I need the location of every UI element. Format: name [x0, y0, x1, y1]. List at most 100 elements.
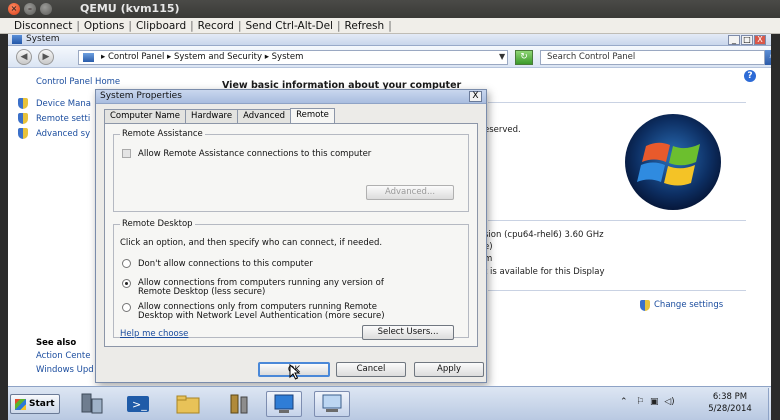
qemu-window-title: QEMU (kvm115) [80, 2, 180, 15]
taskbar-app-powershell[interactable]: >_ [120, 391, 156, 417]
change-settings-link[interactable]: Change settings [654, 300, 723, 310]
cancel-button[interactable]: Cancel [336, 362, 406, 377]
windows-update-link[interactable]: Windows Upd [36, 365, 94, 375]
advanced-system-settings-link[interactable]: Advanced sy [36, 129, 90, 139]
clock[interactable]: 6:38 PM 5/28/2014 [700, 391, 760, 415]
computer-icon [322, 394, 342, 412]
clock-date: 5/28/2014 [708, 404, 752, 414]
address-bar: ◀ ▶ ▸ Control Panel ▸ System and Securit… [8, 46, 780, 68]
remote-assistance-label: Remote Assistance [120, 129, 205, 139]
action-center-link[interactable]: Action Cente [36, 351, 90, 361]
tools-icon [230, 394, 248, 414]
maximize-button[interactable]: □ [741, 35, 753, 45]
tab-bar: Computer Name Hardware Advanced Remote [104, 108, 335, 123]
maximize-icon[interactable] [40, 3, 52, 15]
see-also-heading: See also [36, 338, 77, 348]
tab-computer-name[interactable]: Computer Name [104, 109, 187, 123]
allow-nla-only-radio[interactable] [122, 303, 131, 312]
control-panel-home-link[interactable]: Control Panel Home [36, 77, 120, 87]
help-me-choose-link[interactable]: Help me choose [120, 329, 188, 339]
allow-nla-only-label-2: Desktop with Network Level Authenticatio… [138, 311, 385, 321]
pen-touch-text: t is available for this Display [484, 267, 605, 277]
allow-any-version-label-2: Remote Desktop (less secure) [138, 287, 266, 297]
copyright-text: eserved. [484, 125, 521, 135]
minimize-icon[interactable]: – [24, 3, 36, 15]
flag-icon[interactable]: ⚐ [636, 397, 644, 407]
clipboard-button[interactable]: Clipboard [132, 20, 190, 32]
address-breadcrumb: ▸ Control Panel ▸ System and Security ▸ … [101, 52, 304, 62]
address-field[interactable]: ▸ Control Panel ▸ System and Security ▸ … [78, 50, 508, 65]
tab-remote[interactable]: Remote [290, 108, 335, 123]
tab-advanced[interactable]: Advanced [237, 109, 292, 123]
left-nav-pane: Control Panel Home Device Mana Remote se… [8, 69, 120, 385]
disconnect-button[interactable]: Disconnect [10, 20, 76, 32]
section-divider [488, 220, 746, 221]
system-properties-dialog: System Properties X Computer Name Hardwa… [95, 89, 487, 383]
shield-icon [18, 113, 28, 124]
folder-icon [176, 395, 200, 414]
section-divider [488, 290, 746, 291]
dont-allow-radio[interactable] [122, 259, 131, 268]
clock-time: 6:38 PM [712, 392, 748, 402]
control-panel-icon [274, 394, 294, 413]
section-divider [488, 102, 746, 103]
shield-icon [18, 128, 28, 139]
remote-settings-link[interactable]: Remote setti [36, 114, 90, 124]
svg-text:>_: >_ [132, 398, 147, 411]
search-input[interactable]: Search Control Panel [540, 50, 765, 65]
powershell-icon: >_ [127, 396, 149, 412]
help-icon[interactable]: ? [744, 70, 756, 82]
allow-any-version-radio[interactable] [122, 279, 131, 288]
send-ctrl-alt-del-button[interactable]: Send Ctrl-Alt-Del [241, 20, 337, 32]
allow-remote-assistance-label: Allow Remote Assistance connections to t… [138, 149, 372, 159]
qemu-titlebar: × – QEMU (kvm115) [0, 0, 780, 18]
server-manager-icon [81, 393, 103, 414]
system-window-title: System [26, 34, 60, 44]
mouse-cursor-icon [289, 364, 301, 380]
processor-text: sion (cpu64-rhel6) 3.60 GHz [484, 230, 604, 240]
start-label: Start [29, 399, 55, 409]
close-button[interactable]: X [469, 91, 482, 102]
remote-desktop-group: Remote Desktop Click an option, and then… [113, 219, 469, 340]
remote-desktop-instruction: Click an option, and then specify who ca… [120, 238, 383, 248]
back-button[interactable]: ◀ [16, 49, 32, 65]
volume-icon[interactable]: ◁) [664, 397, 674, 407]
advanced-button[interactable]: Advanced... [366, 185, 454, 200]
qemu-toolbar: Disconnect | Options | Clipboard | Record | … [0, 18, 780, 34]
taskbar-app-server-manager[interactable] [74, 391, 110, 417]
select-users-button[interactable]: Select Users... [362, 325, 454, 340]
taskbar-app-explorer[interactable] [170, 391, 206, 417]
refresh-icon[interactable]: ↻ [515, 50, 533, 65]
close-button[interactable]: X [754, 35, 766, 45]
windows-flag-icon [15, 399, 26, 410]
apply-button[interactable]: Apply [414, 362, 484, 377]
remote-desktop-label: Remote Desktop [120, 219, 195, 229]
chevron-down-icon[interactable]: ▼ [499, 52, 505, 61]
dialog-titlebar: System Properties X [96, 90, 486, 104]
close-icon[interactable]: × [8, 3, 20, 15]
tab-hardware[interactable]: Hardware [185, 109, 239, 123]
remote-tab-panel: Remote Assistance Allow Remote Assistanc… [104, 123, 478, 347]
system-window-titlebar: System _ □ X [8, 34, 780, 46]
windows-logo [625, 114, 721, 210]
dont-allow-label: Don't allow connections to this computer [138, 259, 313, 269]
shield-icon [18, 98, 28, 109]
start-button[interactable]: Start [10, 394, 60, 414]
refresh-button[interactable]: Refresh [341, 20, 389, 32]
minimize-button[interactable]: _ [728, 35, 740, 45]
network-icon[interactable]: ▣ [650, 397, 659, 407]
allow-remote-assistance-checkbox[interactable] [122, 149, 131, 158]
system-icon [12, 35, 22, 44]
show-hidden-icons-icon[interactable]: ⌃ [620, 397, 628, 407]
dialog-title: System Properties [100, 91, 182, 101]
guest-screen: System _ □ X ◀ ▶ ▸ Control Panel ▸ Syste… [8, 34, 780, 420]
record-button[interactable]: Record [194, 20, 238, 32]
device-manager-link[interactable]: Device Mana [36, 99, 91, 109]
taskbar: Start >_ ⌃ ⚐ ▣ ◁) 6:38 PM 5/28/2014 [8, 386, 780, 420]
taskbar-app-system-properties[interactable] [314, 391, 350, 417]
taskbar-app-control-panel[interactable] [266, 391, 302, 417]
taskbar-app-tools[interactable] [222, 391, 258, 417]
options-button[interactable]: Options [80, 20, 129, 32]
forward-button[interactable]: ▶ [38, 49, 54, 65]
shield-icon [640, 300, 650, 311]
